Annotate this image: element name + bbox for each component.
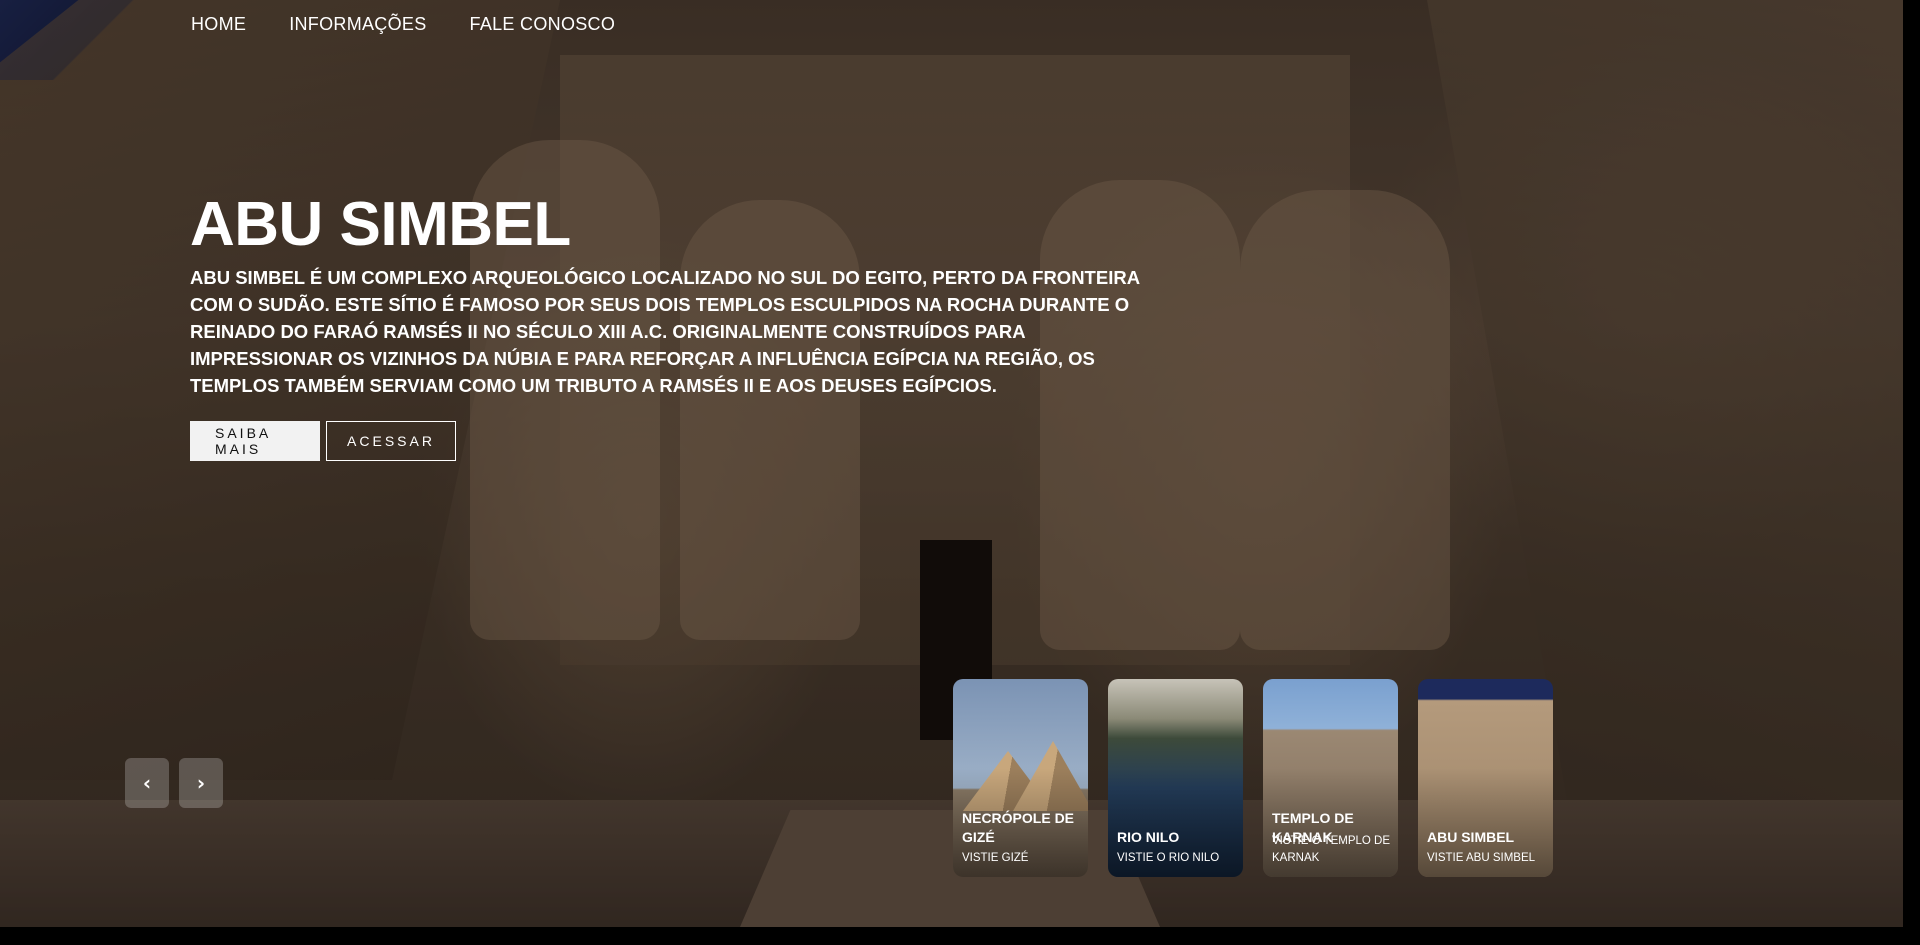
nav-fale-conosco-link[interactable]: FALE CONOSCO [470,14,616,35]
hero-background-image [0,0,1903,927]
chevron-left-icon: ‹ [142,771,152,795]
destination-carousel: NECRÓPOLE DE GIZÉ VISTIE GIZÉ RIO NILO V… [953,679,1553,877]
carousel-card-abu-simbel[interactable]: ABU SIMBEL VISTIE ABU SIMBEL [1418,679,1553,877]
card-subtitle: VISTIE O TEMPLO DE KARNAK [1272,835,1391,864]
carousel-card-giza[interactable]: NECRÓPOLE DE GIZÉ VISTIE GIZÉ [953,679,1088,877]
card-title: NECRÓPOLE DE GIZÉ [962,810,1075,845]
top-nav: HOME INFORMAÇÕES FALE CONOSCO [191,14,615,35]
carousel-arrows: ‹ › [125,758,223,808]
acessar-button[interactable]: ACESSAR [326,421,456,461]
prev-arrow-button[interactable]: ‹ [125,758,169,808]
card-title: ABU SIMBEL [1427,829,1515,845]
nav-home-link[interactable]: HOME [191,14,246,35]
card-subtitle: VISTIE GIZÉ [962,852,1029,864]
vertical-scrollbar[interactable] [1903,0,1920,945]
carousel-card-rio-nilo[interactable]: RIO NILO VISTIE O RIO NILO [1108,679,1243,877]
card-title: RIO NILO [1117,829,1180,845]
nav-informacoes-link[interactable]: INFORMAÇÕES [289,14,426,35]
card-subtitle: VISTIE O RIO NILO [1117,852,1220,864]
horizontal-scrollbar[interactable] [0,927,1920,945]
carousel-card-karnak[interactable]: TEMPLO DE KARNAK VISTIE O TEMPLO DE KARN… [1263,679,1398,877]
chevron-right-icon: › [196,771,206,795]
hero-buttons: SAIBA MAIS ACESSAR [190,421,1150,461]
dark-overlay [0,0,1903,927]
saiba-mais-button[interactable]: SAIBA MAIS [190,421,320,461]
hero-description: ABU SIMBEL É UM COMPLEXO ARQUEOLÓGICO LO… [190,267,1140,396]
card-subtitle: VISTIE ABU SIMBEL [1427,852,1536,864]
hero-title: ABU SIMBEL [190,190,571,259]
next-arrow-button[interactable]: › [179,758,223,808]
hero-content: ABU SIMBEL ABU SIMBEL É UM COMPLEXO ARQU… [190,190,1150,461]
